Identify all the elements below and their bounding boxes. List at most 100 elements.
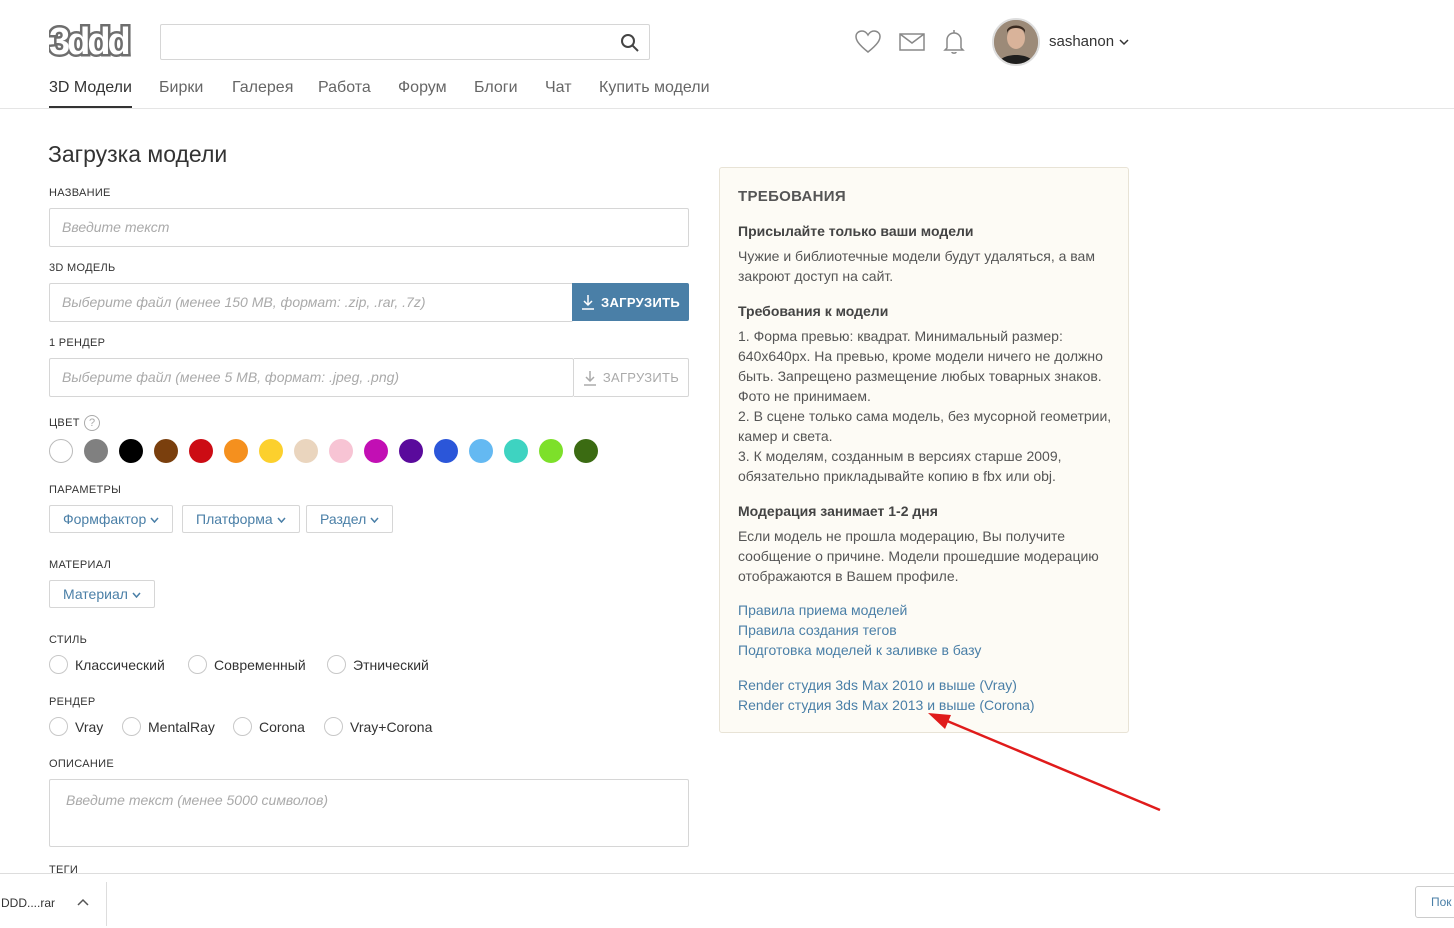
- color-swatch[interactable]: [84, 439, 108, 463]
- download-file-name[interactable]: DDD....rar: [1, 896, 55, 910]
- avatar[interactable]: [992, 18, 1040, 66]
- help-icon[interactable]: ?: [84, 415, 100, 431]
- download-divider: [106, 882, 107, 926]
- radio-circle[interactable]: [49, 717, 68, 736]
- model-upload-button[interactable]: ЗАГРУЗИТЬ: [572, 283, 689, 321]
- radio-circle[interactable]: [122, 717, 141, 736]
- link-model-prep[interactable]: Подготовка моделей к заливке в базу: [738, 642, 981, 658]
- render-radio-vray-corona[interactable]: Vray+Corona: [324, 717, 432, 736]
- model-label: 3D МОДЕЛЬ: [49, 262, 116, 274]
- render-option-label: MentalRay: [148, 718, 215, 735]
- color-swatch[interactable]: [154, 439, 178, 463]
- material-value: Материал: [63, 586, 128, 602]
- name-input[interactable]: Введите текст: [49, 208, 689, 247]
- formfactor-dropdown[interactable]: Формфактор: [49, 505, 174, 533]
- params-label: ПАРАМЕТРЫ: [49, 484, 122, 496]
- download-icon: [583, 370, 596, 386]
- style-option-label: Этнический: [353, 656, 429, 673]
- link-render-studio-corona[interactable]: Render студия 3ds Max 2013 и выше (Coron…: [738, 697, 1035, 713]
- heart-icon[interactable]: [854, 28, 882, 56]
- style-radio-classic[interactable]: Классический: [49, 655, 165, 674]
- chevron-down-icon: [150, 517, 159, 524]
- color-swatch[interactable]: [504, 439, 528, 463]
- nav-item-tags[interactable]: Бирки: [159, 78, 203, 108]
- color-swatch[interactable]: [259, 439, 283, 463]
- render-upload-button[interactable]: ЗАГРУЗИТЬ: [574, 358, 689, 397]
- link-model-rules[interactable]: Правила приема моделей: [738, 602, 907, 618]
- download-bar: DDD....rar Пок: [0, 873, 1454, 928]
- name-label: НАЗВАНИЕ: [49, 187, 111, 199]
- color-swatch[interactable]: [539, 439, 563, 463]
- chevron-down-icon[interactable]: [1119, 38, 1129, 46]
- req-text-moderation: Если модель не прошла модерацию, Вы полу…: [738, 528, 1099, 584]
- description-label: ОПИСАНИЕ: [49, 758, 114, 770]
- nav-item-jobs[interactable]: Работа: [318, 78, 371, 108]
- username[interactable]: sashanon: [1049, 33, 1114, 50]
- nav-item-gallery[interactable]: Галерея: [232, 78, 293, 108]
- color-swatch[interactable]: [224, 439, 248, 463]
- radio-circle[interactable]: [49, 655, 68, 674]
- color-swatch[interactable]: [364, 439, 388, 463]
- show-all-button[interactable]: Пок: [1415, 886, 1454, 918]
- nav-item-blogs[interactable]: Блоги: [474, 78, 518, 108]
- color-swatch[interactable]: [329, 439, 353, 463]
- nav-divider: [0, 108, 1454, 109]
- render-file-input[interactable]: Выберите файл (менее 5 MB, формат: .jpeg…: [49, 358, 574, 397]
- link-render-studio-vray[interactable]: Render студия 3ds Max 2010 и выше (Vray): [738, 677, 1017, 693]
- req-text-model-reqs: 1. Форма превью: квадрат. Минимальный ра…: [738, 328, 1112, 484]
- color-swatch[interactable]: [294, 439, 318, 463]
- req-heading-own-models: Присылайте только ваши модели: [738, 223, 974, 239]
- render-option-label: Vray: [75, 718, 104, 735]
- render-option-label: Corona: [259, 718, 305, 735]
- color-swatch[interactable]: [49, 439, 73, 463]
- color-label: ЦВЕТ: [49, 417, 80, 429]
- radio-circle[interactable]: [188, 655, 207, 674]
- section-label: Раздел: [320, 511, 367, 527]
- description-textarea[interactable]: Введите текст (менее 5000 символов): [49, 779, 689, 847]
- render-option-label: Vray+Corona: [350, 718, 433, 735]
- platform-dropdown[interactable]: Платформа: [182, 505, 300, 533]
- material-dropdown[interactable]: Материал: [49, 580, 155, 608]
- chevron-down-icon: [370, 517, 379, 524]
- bell-icon[interactable]: [940, 28, 968, 56]
- style-option-label: Современный: [214, 656, 306, 673]
- platform-label: Платформа: [196, 511, 273, 527]
- page-root: 3ddd 3ddd sashanon 3D Модели Би: [0, 0, 1454, 928]
- chevron-down-icon: [132, 592, 141, 599]
- model-file-input[interactable]: Выберите файл (менее 150 MB, формат: .zi…: [49, 283, 573, 322]
- model-upload-label: ЗАГРУЗИТЬ: [601, 294, 680, 310]
- section-dropdown[interactable]: Раздел: [306, 505, 394, 533]
- radio-circle[interactable]: [327, 655, 346, 674]
- chevron-down-icon: [277, 517, 286, 524]
- link-tag-rules[interactable]: Правила создания тегов: [738, 622, 897, 638]
- color-swatch[interactable]: [119, 439, 143, 463]
- nav-item-forum[interactable]: Форум: [398, 78, 447, 108]
- nav-item-3d-models[interactable]: 3D Модели: [49, 78, 132, 108]
- radio-circle[interactable]: [233, 717, 252, 736]
- search-icon[interactable]: [620, 33, 640, 53]
- nav-item-chat[interactable]: Чат: [545, 78, 572, 108]
- color-swatch[interactable]: [434, 439, 458, 463]
- nav-item-buy-models[interactable]: Купить модели: [599, 78, 710, 108]
- avatar-image: [994, 20, 1038, 64]
- formfactor-label: Формфактор: [63, 511, 147, 527]
- render-radio-mentalray[interactable]: MentalRay: [122, 717, 215, 736]
- search-input[interactable]: [160, 24, 650, 60]
- render-radio-corona[interactable]: Corona: [233, 717, 305, 736]
- svg-text:3ddd: 3ddd: [49, 22, 129, 60]
- render-radio-vray[interactable]: Vray: [49, 717, 103, 736]
- radio-circle[interactable]: [324, 717, 343, 736]
- render-engine-label: РЕНДЕР: [49, 696, 96, 708]
- color-swatch[interactable]: [189, 439, 213, 463]
- style-radio-ethnic[interactable]: Этнический: [327, 655, 429, 674]
- mail-icon[interactable]: [898, 28, 926, 56]
- req-heading-model-reqs: Требования к модели: [738, 303, 889, 319]
- color-swatch[interactable]: [574, 439, 598, 463]
- style-radio-modern[interactable]: Современный: [188, 655, 306, 674]
- color-swatch[interactable]: [469, 439, 493, 463]
- material-label: МАТЕРИАЛ: [49, 559, 112, 571]
- chevron-up-icon[interactable]: [77, 898, 89, 906]
- site-logo[interactable]: 3ddd 3ddd: [49, 22, 133, 60]
- color-swatch[interactable]: [399, 439, 423, 463]
- style-label: СТИЛЬ: [49, 634, 88, 646]
